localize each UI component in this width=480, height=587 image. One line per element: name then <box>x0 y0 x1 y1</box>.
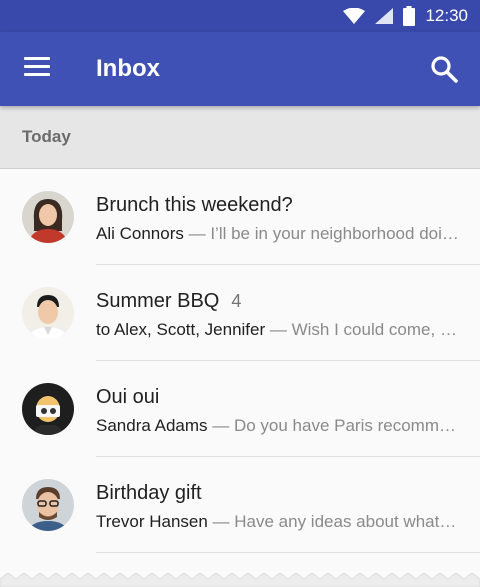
message-snippet: Wish I could come, but I’m out of town t… <box>291 320 460 339</box>
list-item[interactable]: Brunch this weekend? Ali Connors — I’ll … <box>0 169 480 265</box>
message-preview: Ali Connors — I’ll be in your neighborho… <box>96 224 460 244</box>
torn-edge <box>0 573 480 587</box>
list-item[interactable]: Oui oui Sandra Adams — Do you have Paris… <box>0 361 480 457</box>
message-sender: Sandra Adams <box>96 416 208 435</box>
message-preview: Trevor Hansen — Have any ideas about wha… <box>96 512 460 532</box>
message-snippet: Have any ideas about what we should get … <box>234 512 460 531</box>
section-label: Today <box>22 127 71 146</box>
message-snippet: I’ll be in your neighborhood doing erran… <box>210 224 460 243</box>
message-subject: Summer BBQ 4 <box>96 290 242 312</box>
search-icon <box>431 56 458 83</box>
message-count: 4 <box>231 291 242 311</box>
wifi-icon <box>343 8 366 24</box>
message-preview: Sandra Adams — Do you have Paris recomme… <box>96 416 460 436</box>
battery-icon <box>403 6 416 26</box>
page-title: Inbox <box>96 55 160 82</box>
list-item[interactable]: Birthday gift Trevor Hansen — Have any i… <box>0 457 480 553</box>
status-bar: 12:30 <box>0 0 480 32</box>
section-header: Today <box>0 106 480 169</box>
message-preview: to Alex, Scott, Jennifer — Wish I could … <box>96 320 460 340</box>
message-list: Brunch this weekend? Ali Connors — I’ll … <box>0 169 480 553</box>
status-time: 12:30 <box>425 6 468 25</box>
search-button[interactable] <box>430 55 458 83</box>
message-sender: to Alex, Scott, Jennifer <box>96 320 266 339</box>
message-sender: Ali Connors <box>96 224 184 243</box>
signal-icon <box>375 8 394 24</box>
message-snippet: Do you have Paris recommendations? Have … <box>233 416 460 435</box>
avatar <box>22 287 74 339</box>
avatar <box>22 479 74 531</box>
menu-icon <box>24 57 50 76</box>
status-icons: 12:30 <box>343 0 468 32</box>
message-subject: Brunch this weekend? <box>96 194 293 216</box>
message-subject: Oui oui <box>96 386 160 408</box>
app-bar: Inbox <box>0 32 480 106</box>
divider <box>96 552 480 553</box>
list-item[interactable]: Summer BBQ 4 to Alex, Scott, Jennifer — W… <box>0 265 480 361</box>
avatar <box>22 383 74 435</box>
message-subject: Birthday gift <box>96 482 202 504</box>
message-sender: Trevor Hansen <box>96 512 208 531</box>
avatar <box>22 191 74 243</box>
menu-button[interactable] <box>24 57 50 79</box>
